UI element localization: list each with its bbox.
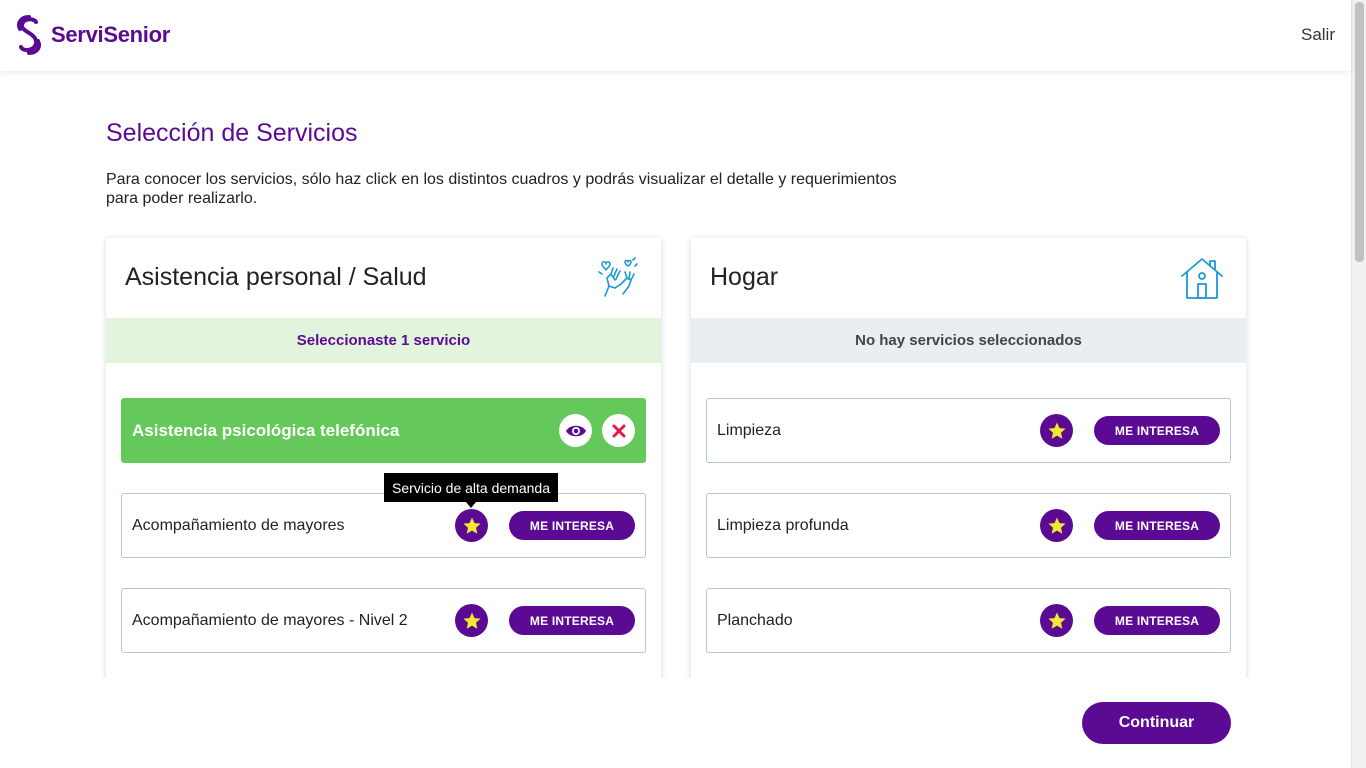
page-description: Para conocer los servicios, sólo haz cli…	[106, 171, 897, 207]
me-interesa-button[interactable]: ME INTERESA	[1094, 511, 1220, 540]
service-acompanamiento-mayores[interactable]: Acompañamiento de mayores ME INTERESA	[121, 493, 646, 558]
close-icon	[612, 424, 625, 437]
scrollbar-thumb[interactable]	[1355, 2, 1364, 262]
selection-status: Seleccionaste 1 servicio	[106, 318, 661, 363]
category-card-hogar: Hogar No hay servicios seleccionados Lim…	[691, 238, 1246, 678]
high-demand-badge[interactable]	[1040, 414, 1073, 447]
page-scrollbar[interactable]	[1351, 0, 1366, 768]
service-name: Acompañamiento de mayores	[132, 516, 345, 534]
high-demand-badge[interactable]	[455, 604, 488, 637]
service-acompanamiento-mayores-nivel-2[interactable]: Acompañamiento de mayores - Nivel 2 ME I…	[121, 588, 646, 653]
service-name: Limpieza profunda	[717, 516, 849, 534]
page-title: Selección de Servicios	[106, 119, 358, 147]
high-demand-badge[interactable]	[1040, 604, 1073, 637]
hands-hearts-icon	[597, 256, 639, 303]
service-name: Planchado	[717, 611, 793, 629]
tooltip-arrow	[466, 502, 476, 508]
category-title: Asistencia personal / Salud	[125, 263, 427, 291]
star-icon	[1047, 422, 1066, 439]
servisenior-logo-icon	[17, 15, 41, 55]
selection-status: No hay servicios seleccionados	[691, 318, 1246, 363]
me-interesa-button[interactable]: ME INTERESA	[1094, 416, 1220, 445]
eye-icon	[565, 425, 586, 436]
high-demand-tooltip: Servicio de alta demanda	[384, 473, 558, 502]
top-header: ServiSenior Salir	[0, 0, 1351, 71]
brand-logo[interactable]: ServiSenior	[15, 15, 170, 55]
service-limpieza[interactable]: Limpieza ME INTERESA	[706, 398, 1231, 463]
service-name: Asistencia psicológica telefónica	[132, 420, 400, 440]
brand-name: ServiSenior	[51, 22, 170, 47]
star-icon	[1047, 517, 1066, 534]
remove-service-button[interactable]	[602, 414, 635, 447]
high-demand-badge[interactable]	[1040, 509, 1073, 542]
category-title: Hogar	[710, 263, 779, 291]
logout-link[interactable]: Salir	[1301, 25, 1335, 45]
star-icon	[462, 612, 481, 629]
service-planchado[interactable]: Planchado ME INTERESA	[706, 588, 1231, 653]
view-details-button[interactable]	[559, 414, 592, 447]
service-name: Acompañamiento de mayores - Nivel 2	[132, 611, 408, 629]
service-limpieza-profunda[interactable]: Limpieza profunda ME INTERESA	[706, 493, 1231, 558]
me-interesa-button[interactable]: ME INTERESA	[509, 606, 635, 635]
continue-button[interactable]: Continuar	[1082, 702, 1231, 744]
high-demand-badge[interactable]	[455, 509, 488, 542]
star-icon	[1047, 612, 1066, 629]
me-interesa-button[interactable]: ME INTERESA	[509, 511, 635, 540]
service-asistencia-psicologica[interactable]: Asistencia psicológica telefónica	[121, 398, 646, 463]
star-icon	[462, 517, 481, 534]
house-icon	[1180, 256, 1224, 305]
category-card-asistencia: Asistencia personal / Salud Seleccionast…	[106, 238, 661, 678]
me-interesa-button[interactable]: ME INTERESA	[1094, 606, 1220, 635]
main-content: Selección de Servicios Para conocer los …	[0, 71, 1351, 678]
service-name: Limpieza	[717, 421, 782, 439]
